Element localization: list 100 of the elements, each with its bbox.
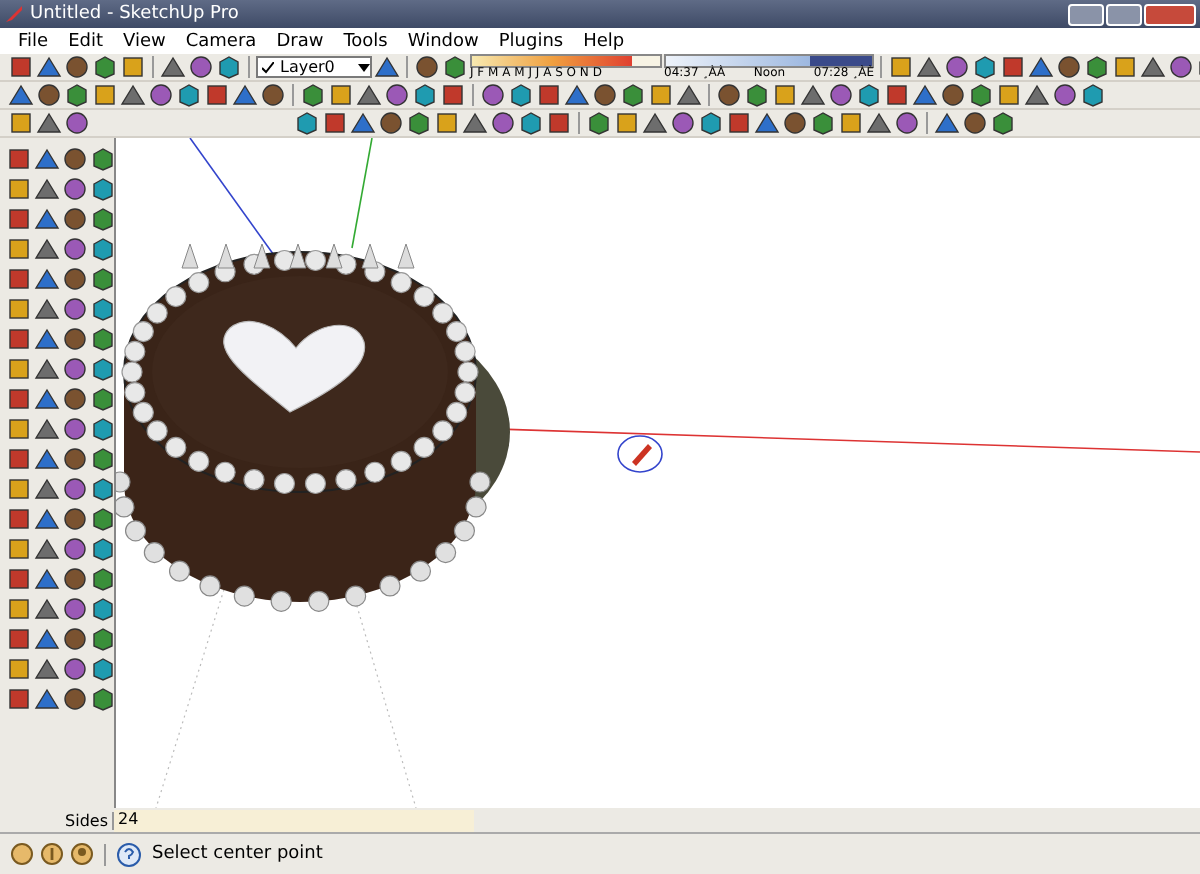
menu-item[interactable]: Plugins: [488, 31, 574, 51]
tool-icon[interactable]: [1052, 82, 1078, 108]
tool-icon[interactable]: [744, 82, 770, 108]
tool-icon[interactable]: [90, 446, 116, 472]
tool-icon[interactable]: [716, 82, 742, 108]
date-slider[interactable]: [470, 54, 662, 68]
tool-icon[interactable]: [1024, 82, 1050, 108]
tool-icon[interactable]: [828, 82, 854, 108]
tool-icon[interactable]: [34, 596, 60, 622]
menu-item[interactable]: Draw: [266, 31, 334, 51]
tool-icon[interactable]: [36, 82, 62, 108]
tool-icon[interactable]: [508, 82, 534, 108]
tool-icon[interactable]: [888, 54, 914, 80]
menu-item[interactable]: Window: [397, 31, 489, 51]
tool-icon[interactable]: [62, 416, 88, 442]
tool-icon[interactable]: [92, 82, 118, 108]
tool-icon[interactable]: [34, 626, 60, 652]
tool-icon[interactable]: [1112, 54, 1138, 80]
tool-icon[interactable]: [64, 54, 90, 80]
tool-icon[interactable]: [90, 596, 116, 622]
tool-icon[interactable]: [614, 110, 640, 136]
tool-icon[interactable]: [90, 266, 116, 292]
tool-icon[interactable]: [6, 476, 32, 502]
tool-icon[interactable]: [6, 566, 32, 592]
tool-icon[interactable]: [6, 506, 32, 532]
tool-icon[interactable]: [378, 110, 404, 136]
tool-icon[interactable]: [884, 82, 910, 108]
tool-icon[interactable]: [62, 656, 88, 682]
tool-icon[interactable]: [90, 206, 116, 232]
tool-icon[interactable]: [8, 82, 34, 108]
tool-icon[interactable]: [772, 82, 798, 108]
tool-icon[interactable]: [6, 146, 32, 172]
menu-item[interactable]: File: [8, 31, 59, 51]
tool-icon[interactable]: [412, 82, 438, 108]
tool-icon[interactable]: [962, 110, 988, 136]
tool-icon[interactable]: [670, 110, 696, 136]
tool-icon[interactable]: [34, 326, 60, 352]
tool-icon[interactable]: [6, 536, 32, 562]
menu-item[interactable]: Tools: [333, 31, 398, 51]
tool-icon[interactable]: [434, 110, 460, 136]
tool-icon[interactable]: [1000, 54, 1026, 80]
tool-icon[interactable]: [62, 356, 88, 382]
tool-icon[interactable]: [34, 656, 60, 682]
tool-icon[interactable]: [996, 82, 1022, 108]
tool-icon[interactable]: [90, 536, 116, 562]
tool-icon[interactable]: [120, 54, 146, 80]
tool-icon[interactable]: [536, 82, 562, 108]
info-icon[interactable]: [40, 842, 64, 866]
tool-icon[interactable]: [62, 236, 88, 262]
tool-icon[interactable]: [6, 416, 32, 442]
tool-icon[interactable]: [1056, 54, 1082, 80]
tool-icon[interactable]: [62, 386, 88, 412]
layer-dropdown[interactable]: Layer0: [256, 56, 372, 78]
tool-icon[interactable]: [90, 656, 116, 682]
tool-icon[interactable]: [62, 476, 88, 502]
tool-icon[interactable]: [90, 386, 116, 412]
tool-icon[interactable]: [62, 176, 88, 202]
tool-icon[interactable]: [6, 596, 32, 622]
tool-icon[interactable]: [90, 146, 116, 172]
tool-icon[interactable]: [856, 82, 882, 108]
tool-icon[interactable]: [62, 596, 88, 622]
tool-icon[interactable]: [648, 82, 674, 108]
tool-icon[interactable]: [34, 536, 60, 562]
tool-icon[interactable]: [6, 296, 32, 322]
tool-icon[interactable]: [62, 566, 88, 592]
tool-icon[interactable]: [894, 110, 920, 136]
tool-icon[interactable]: [90, 356, 116, 382]
tool-icon[interactable]: [62, 296, 88, 322]
tool-icon[interactable]: [62, 326, 88, 352]
tool-icon[interactable]: [62, 506, 88, 532]
tool-icon[interactable]: [490, 110, 516, 136]
tool-icon[interactable]: [34, 386, 60, 412]
tool-icon[interactable]: [8, 54, 34, 80]
tool-icon[interactable]: [6, 626, 32, 652]
tool-icon[interactable]: [90, 296, 116, 322]
measurement-field[interactable]: 24: [114, 809, 474, 831]
tool-icon[interactable]: [62, 686, 88, 712]
tool-icon[interactable]: [62, 626, 88, 652]
tool-icon[interactable]: [34, 356, 60, 382]
tool-icon[interactable]: [62, 146, 88, 172]
tool-icon[interactable]: [90, 326, 116, 352]
tool-icon[interactable]: [62, 536, 88, 562]
tool-icon[interactable]: [968, 82, 994, 108]
tool-icon[interactable]: [564, 82, 590, 108]
tool-icon[interactable]: [592, 82, 618, 108]
tool-icon[interactable]: [1080, 82, 1106, 108]
tool-icon[interactable]: [440, 82, 466, 108]
tool-icon[interactable]: [34, 296, 60, 322]
tool-icon[interactable]: [90, 236, 116, 262]
tool-icon[interactable]: [1168, 54, 1194, 80]
tool-icon[interactable]: [6, 686, 32, 712]
tool-icon[interactable]: [34, 176, 60, 202]
tool-icon[interactable]: [944, 54, 970, 80]
help-icon[interactable]: [116, 841, 142, 867]
menu-item[interactable]: Edit: [58, 31, 113, 51]
tool-icon[interactable]: [912, 82, 938, 108]
tool-icon[interactable]: [90, 506, 116, 532]
tool-icon[interactable]: [34, 446, 60, 472]
tool-icon[interactable]: [34, 416, 60, 442]
tool-icon[interactable]: [838, 110, 864, 136]
